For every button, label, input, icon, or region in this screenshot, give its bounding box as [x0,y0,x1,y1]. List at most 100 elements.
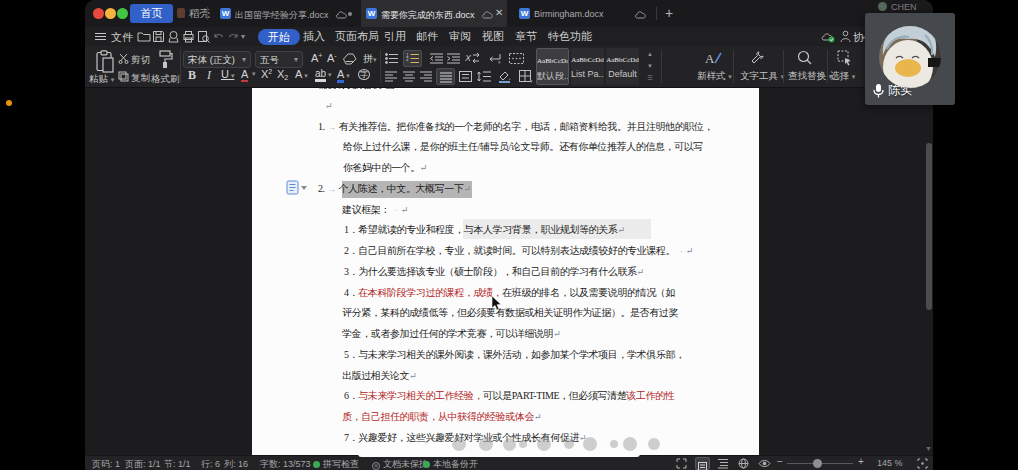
copy-button[interactable]: 复制 [131,72,150,85]
decrease-indent-icon[interactable] [430,53,444,64]
clear-format-icon[interactable] [343,53,357,65]
increase-indent-icon[interactable] [447,53,461,64]
document-tab[interactable]: W出国留学经验分享.docx [215,0,355,27]
strikethrough-button[interactable]: A [241,68,248,82]
web-view-icon[interactable] [738,458,749,469]
close-tab-icon[interactable]: ✕ [495,7,503,18]
vertical-scrollbar[interactable] [926,143,932,310]
tab-marks-icon[interactable] [509,53,524,64]
ribbon-tab-引用[interactable]: 引用 [384,29,406,44]
print-icon[interactable] [182,30,195,43]
zoom-slider-handle[interactable] [813,459,822,468]
fullscreen-icon[interactable] [676,458,687,469]
video-participant-tile[interactable]: 陈实 [865,13,955,105]
account-chip[interactable]: CHEN [878,2,917,12]
find-replace-button[interactable]: 查找替换 ▾ [788,70,832,83]
underline-button[interactable]: U ▾ [221,68,234,80]
collaborate-icon[interactable] [840,30,851,43]
style-card[interactable]: AaBbCcDdDefault [606,48,639,85]
status-item[interactable]: 列: 16 [224,458,248,470]
format-painter-icon[interactable] [157,50,173,70]
increase-font-icon[interactable]: A+ [311,52,322,64]
paragraph-layout-icon[interactable]: ▾ [488,53,503,64]
redo-icon[interactable] [227,30,240,43]
status-item[interactable]: 页码: 1 [92,458,120,470]
font-color-button[interactable]: A ▾ [337,68,350,80]
new-file-icon[interactable] [137,30,151,43]
align-center-icon[interactable] [403,71,416,82]
bullet-list-icon[interactable] [385,53,400,64]
document-tab[interactable]: WBirmingham.docx [514,0,654,27]
minimize-window-button[interactable] [105,8,116,19]
fit-page-icon[interactable] [917,458,928,469]
status-item[interactable]: 字数: 13/573 [260,458,311,470]
align-right-icon[interactable] [420,71,433,82]
new-tab-button[interactable]: + [665,5,673,21]
save-icon[interactable] [152,30,165,43]
zoom-window-button[interactable] [117,8,128,19]
paste-icon[interactable] [95,50,115,74]
highlight-color-button[interactable]: ab ▾ [315,68,332,79]
status-item[interactable]: ✕文档未保护 [372,458,428,470]
text-tool-icon[interactable] [749,50,765,66]
superscript-button[interactable]: X2 [261,68,272,80]
ribbon-tab-插入[interactable]: 插入 [303,29,325,44]
distribute-icon[interactable] [459,71,472,82]
style-card[interactable]: AaBbCcDdList Pa... [571,48,604,85]
text-tool-button[interactable]: 文字工具 ▾ [740,70,784,83]
font-size-combo[interactable]: 五号▾ [255,51,303,68]
style-card[interactable]: AaBbCcDd默认段... [536,48,569,85]
select-button[interactable]: 选择 ▾ [830,70,855,83]
copy-icon[interactable] [118,71,129,82]
status-item[interactable]: 页面: 1/1 [125,458,161,470]
undo-icon[interactable] [212,30,225,43]
format-painter-button[interactable]: 格式刷 [151,73,180,86]
paste-button[interactable]: 粘贴 ▾ [89,73,114,86]
strikethrough-dropdown[interactable]: ▾ [252,70,256,78]
docer-tab[interactable]: 稻壳 [177,4,210,23]
line-spacing-icon[interactable] [477,71,492,82]
text-effects-button[interactable]: A ▾ [295,68,308,80]
enclose-characters-button[interactable]: 字 [358,68,370,80]
file-menu[interactable]: 文件 [111,30,133,45]
hamburger-menu-icon[interactable] [94,30,107,43]
print-preview-icon[interactable] [197,30,210,43]
font-name-combo[interactable]: 宋体 (正文)▾ [183,51,251,68]
ribbon-tab-视图[interactable]: 视图 [482,29,504,44]
ribbon-tab-页面布局[interactable]: 页面布局 [335,29,379,44]
justify-button[interactable] [436,68,455,85]
new-style-icon[interactable]: A [705,50,723,66]
home-tab[interactable]: 首页 [130,4,173,23]
ribbon-tab-开始[interactable]: 开始 [258,29,300,45]
undo-dropdown-chevron[interactable]: ▾ [241,32,245,41]
select-icon[interactable] [837,50,853,66]
status-item[interactable]: 节: 1/1 [164,458,191,470]
decrease-font-icon[interactable]: A- [327,52,337,64]
align-left-icon[interactable] [385,71,398,82]
zoom-level[interactable]: 145 % [877,458,903,468]
page-view-button[interactable] [695,457,710,470]
shading-icon[interactable] [498,70,512,83]
pinyin-guide-icon[interactable]: 拼▾ [363,52,377,66]
cut-icon[interactable] [118,53,129,64]
status-item[interactable]: 行: 6 [201,458,220,470]
document-page[interactable]: 需要你完成的东西↵↵1.→有关推荐信。把你准备找的一个老师的名字，电话，邮箱资料… [252,88,759,455]
ribbon-tab-章节[interactable]: 章节 [515,29,537,44]
italic-button[interactable]: I [207,68,211,83]
close-window-button[interactable] [93,8,104,19]
find-replace-icon[interactable] [797,50,813,66]
ribbon-tab-特色功能[interactable]: 特色功能 [548,29,592,44]
eye-protect-icon[interactable] [758,458,771,469]
ribbon-tab-邮件[interactable]: 邮件 [416,29,438,44]
bold-button[interactable]: B [188,68,196,83]
style-gallery-scroll[interactable]: ▲▼☰ [645,48,655,85]
scroll-down-arrow[interactable]: ▼ [925,445,932,452]
numbered-list-button[interactable]: 12 [403,50,422,67]
zoom-out-button[interactable]: − [777,456,783,467]
status-item[interactable]: 拼写检查 [313,458,359,470]
subscript-button[interactable]: X2 [277,68,288,81]
zoom-in-button[interactable]: + [858,456,864,467]
ribbon-tab-审阅[interactable]: 审阅 [449,29,471,44]
outline-view-icon[interactable] [718,458,729,469]
cut-button[interactable]: 剪切 [131,54,150,67]
